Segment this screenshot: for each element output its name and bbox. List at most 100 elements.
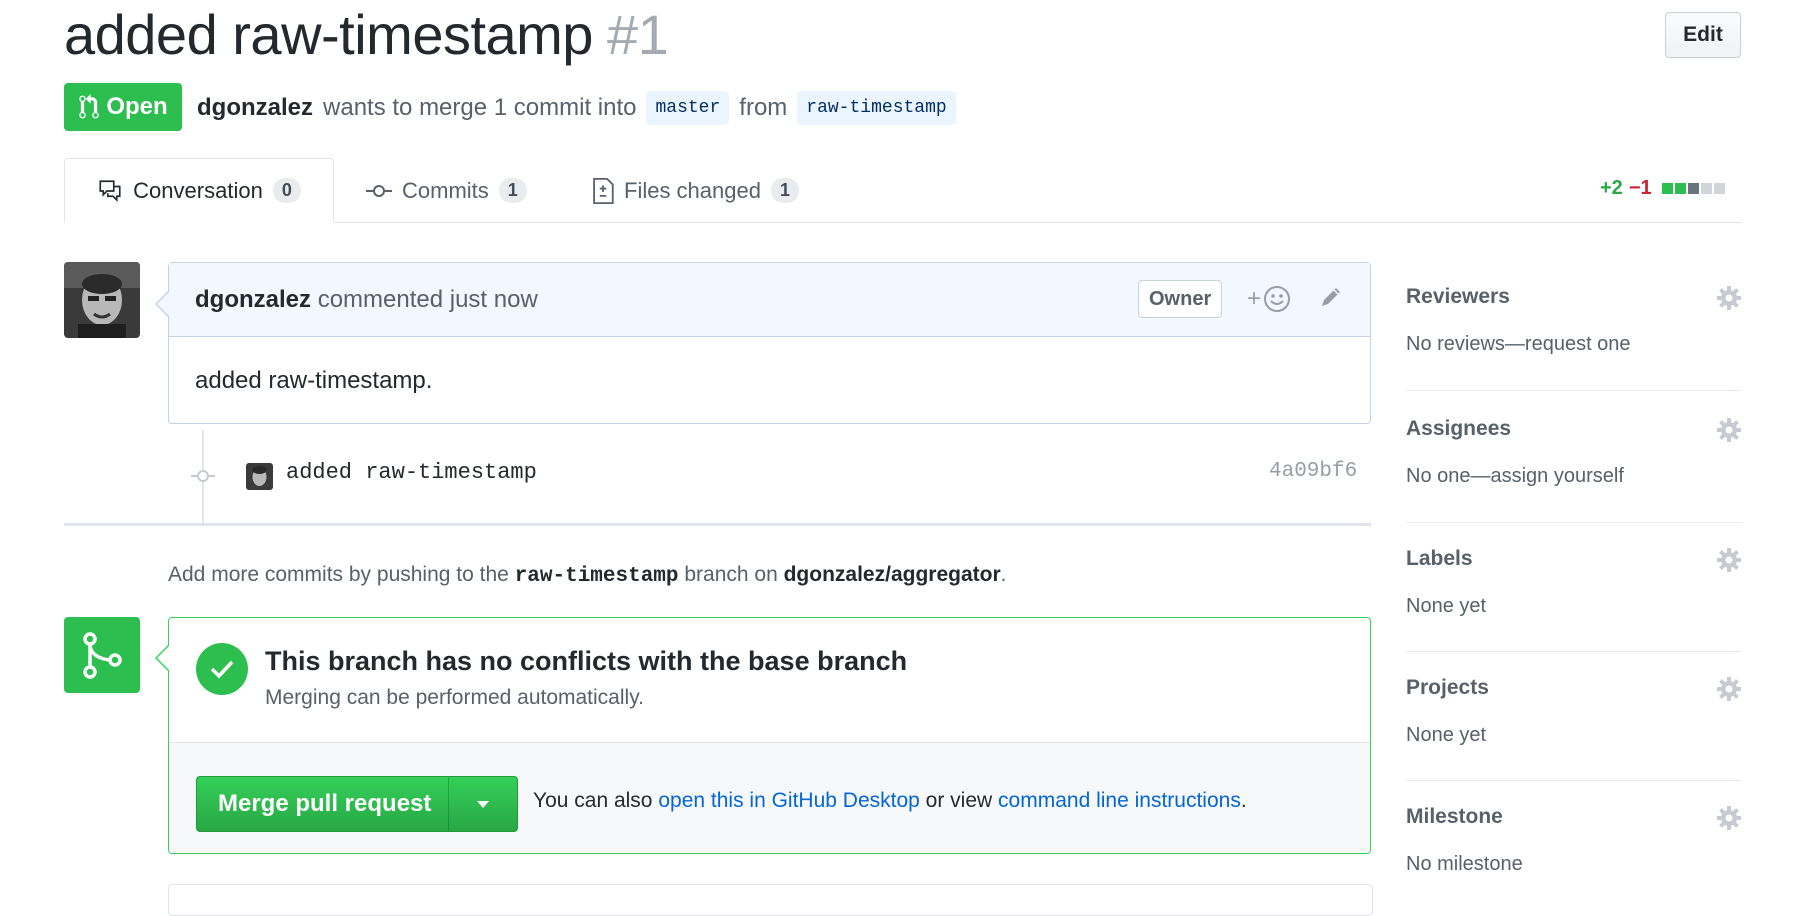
sidebar-divider	[1406, 390, 1742, 391]
comment-byline: dgonzalez commented just now	[195, 286, 538, 314]
sidebar-title[interactable]: Assignees	[1406, 417, 1511, 441]
push-hint-end: .	[1000, 563, 1007, 586]
merge-alt-mid: or view	[925, 789, 993, 812]
diffstat-additions: +2	[1600, 177, 1623, 199]
owner-label: Owner	[1138, 280, 1223, 318]
gear-icon[interactable]	[1716, 417, 1742, 443]
tab-commits[interactable]: Commits 1	[366, 158, 527, 223]
timeline-break	[64, 523, 1371, 526]
push-hint-pre: Add more commits by pushing to the	[168, 563, 509, 586]
tab-counter: 1	[770, 178, 799, 203]
sidebar-labels: Labels None yet	[1406, 547, 1742, 627]
smiley-icon	[1263, 285, 1291, 313]
tab-label: Conversation	[133, 177, 263, 203]
next-timeline-box	[168, 884, 1373, 916]
commit-message-link[interactable]: added raw-timestamp	[286, 460, 537, 485]
merge-status-subtitle: Merging can be performed automatically.	[265, 686, 644, 709]
commit-sha-link[interactable]: 4a09bf6	[1269, 460, 1357, 483]
sidebar-divider	[1406, 651, 1742, 652]
triangle-down-icon	[477, 800, 490, 808]
merge-alt-end: .	[1240, 789, 1247, 812]
comment-author-link[interactable]: dgonzalez	[195, 286, 311, 313]
diffstat-block-added	[1661, 183, 1673, 194]
state-label: Open	[106, 93, 168, 120]
tab-conversation[interactable]: Conversation 0	[64, 158, 334, 223]
merge-method-dropdown[interactable]	[449, 800, 517, 808]
add-reaction-button[interactable]: +	[1247, 285, 1291, 313]
git-merge-icon	[64, 617, 140, 693]
diffstat-block-neutral	[1700, 183, 1712, 194]
sidebar-value: None yet	[1406, 724, 1487, 746]
comment-arrow-fill	[157, 292, 169, 316]
sidebar-projects: Projects None yet	[1406, 676, 1742, 756]
merge-alternatives: You can also open this in GitHub Desktop…	[533, 789, 1247, 813]
diffstat-blocks	[1661, 183, 1725, 194]
tab-counter: 0	[272, 178, 301, 203]
pencil-icon	[1319, 285, 1343, 309]
from-text: from	[739, 94, 788, 121]
tab-files-changed[interactable]: Files changed 1	[592, 158, 799, 223]
merge-button-label: Merge pull request	[218, 790, 432, 817]
push-hint-mid: branch on	[684, 563, 778, 586]
gear-icon[interactable]	[1716, 547, 1742, 573]
avatar[interactable]	[64, 262, 140, 338]
push-hint-branch: raw-timestamp	[514, 565, 679, 588]
sidebar-title[interactable]: Projects	[1406, 676, 1489, 700]
sidebar-assignees: Assignees No one—assign yourself	[1406, 417, 1742, 497]
open-in-desktop-link[interactable]: open this in GitHub Desktop	[658, 789, 919, 812]
tab-label: Commits	[402, 177, 489, 203]
pr-meta: dgonzalez wants to merge 1 commit into m…	[197, 84, 956, 132]
merge-alt-pre: You can also	[533, 789, 653, 812]
pr-title: added raw-timestamp #1	[64, 2, 669, 67]
diffstat-block-neutral	[1713, 183, 1725, 194]
pr-number: #1	[606, 3, 669, 66]
git-commit-icon	[366, 184, 392, 198]
merge-actions: Merge pull request You can also open thi…	[169, 743, 1370, 853]
merge-box-arrow-fill	[157, 646, 169, 670]
sidebar-value: None yet	[1406, 595, 1487, 617]
comment-timestamp[interactable]: commented just now	[318, 286, 538, 313]
commit-avatar[interactable]	[246, 463, 273, 490]
diffstat-block-deleted	[1687, 183, 1699, 194]
tab-label: Files changed	[624, 177, 761, 203]
state-badge-open: Open	[64, 83, 182, 131]
edit-comment-button[interactable]	[1319, 285, 1343, 309]
pr-title-text: added raw-timestamp	[64, 3, 593, 66]
diffstat-deletions: −1	[1628, 177, 1652, 199]
head-branch-label: raw-timestamp	[797, 91, 956, 125]
diffstat[interactable]: +2 −1	[1600, 177, 1725, 200]
reaction-plus: +	[1247, 285, 1262, 312]
merge-status-title: This branch has no conflicts with the ba…	[265, 646, 908, 676]
sidebar-divider	[1406, 522, 1742, 523]
merge-status: This branch has no conflicts with the ba…	[169, 618, 1370, 743]
edit-button[interactable]: Edit	[1665, 12, 1741, 58]
sidebar-value: No milestone	[1406, 853, 1523, 875]
gear-icon[interactable]	[1716, 285, 1742, 311]
command-line-instructions-link[interactable]: command line instructions	[998, 789, 1241, 812]
sidebar-value[interactable]: No one—assign yourself	[1406, 465, 1624, 488]
push-hint: Add more commits by pushing to the raw-t…	[168, 563, 1006, 588]
check-icon	[196, 643, 248, 695]
pr-author-link[interactable]: dgonzalez	[197, 94, 313, 122]
sidebar-divider	[1406, 780, 1742, 781]
sidebar-title[interactable]: Milestone	[1406, 805, 1503, 829]
sidebar-value[interactable]: No reviews—request one	[1406, 333, 1631, 356]
comment-body: added raw-timestamp.	[195, 367, 433, 394]
file-diff-icon	[592, 177, 614, 204]
comment-discussion-icon	[97, 179, 123, 203]
git-commit-icon	[191, 466, 215, 486]
merge-pull-request-button[interactable]: Merge pull request	[196, 776, 518, 832]
base-branch-label: master	[646, 91, 730, 125]
comment-header: dgonzalez commented just now Owner +	[169, 263, 1370, 337]
sidebar-title[interactable]: Labels	[1406, 547, 1473, 571]
sidebar-milestone: Milestone No milestone	[1406, 805, 1742, 885]
comment-box: dgonzalez commented just now Owner + add…	[168, 262, 1371, 424]
gear-icon[interactable]	[1716, 676, 1742, 702]
tab-counter: 1	[498, 178, 527, 203]
diffstat-block-added	[1674, 183, 1686, 194]
pr-meta-text: wants to merge 1 commit into	[323, 94, 637, 121]
sidebar-title[interactable]: Reviewers	[1406, 285, 1510, 309]
gear-icon[interactable]	[1716, 805, 1742, 831]
sidebar-reviewers: Reviewers No reviews—request one	[1406, 285, 1742, 365]
git-pull-request-icon	[78, 94, 100, 120]
